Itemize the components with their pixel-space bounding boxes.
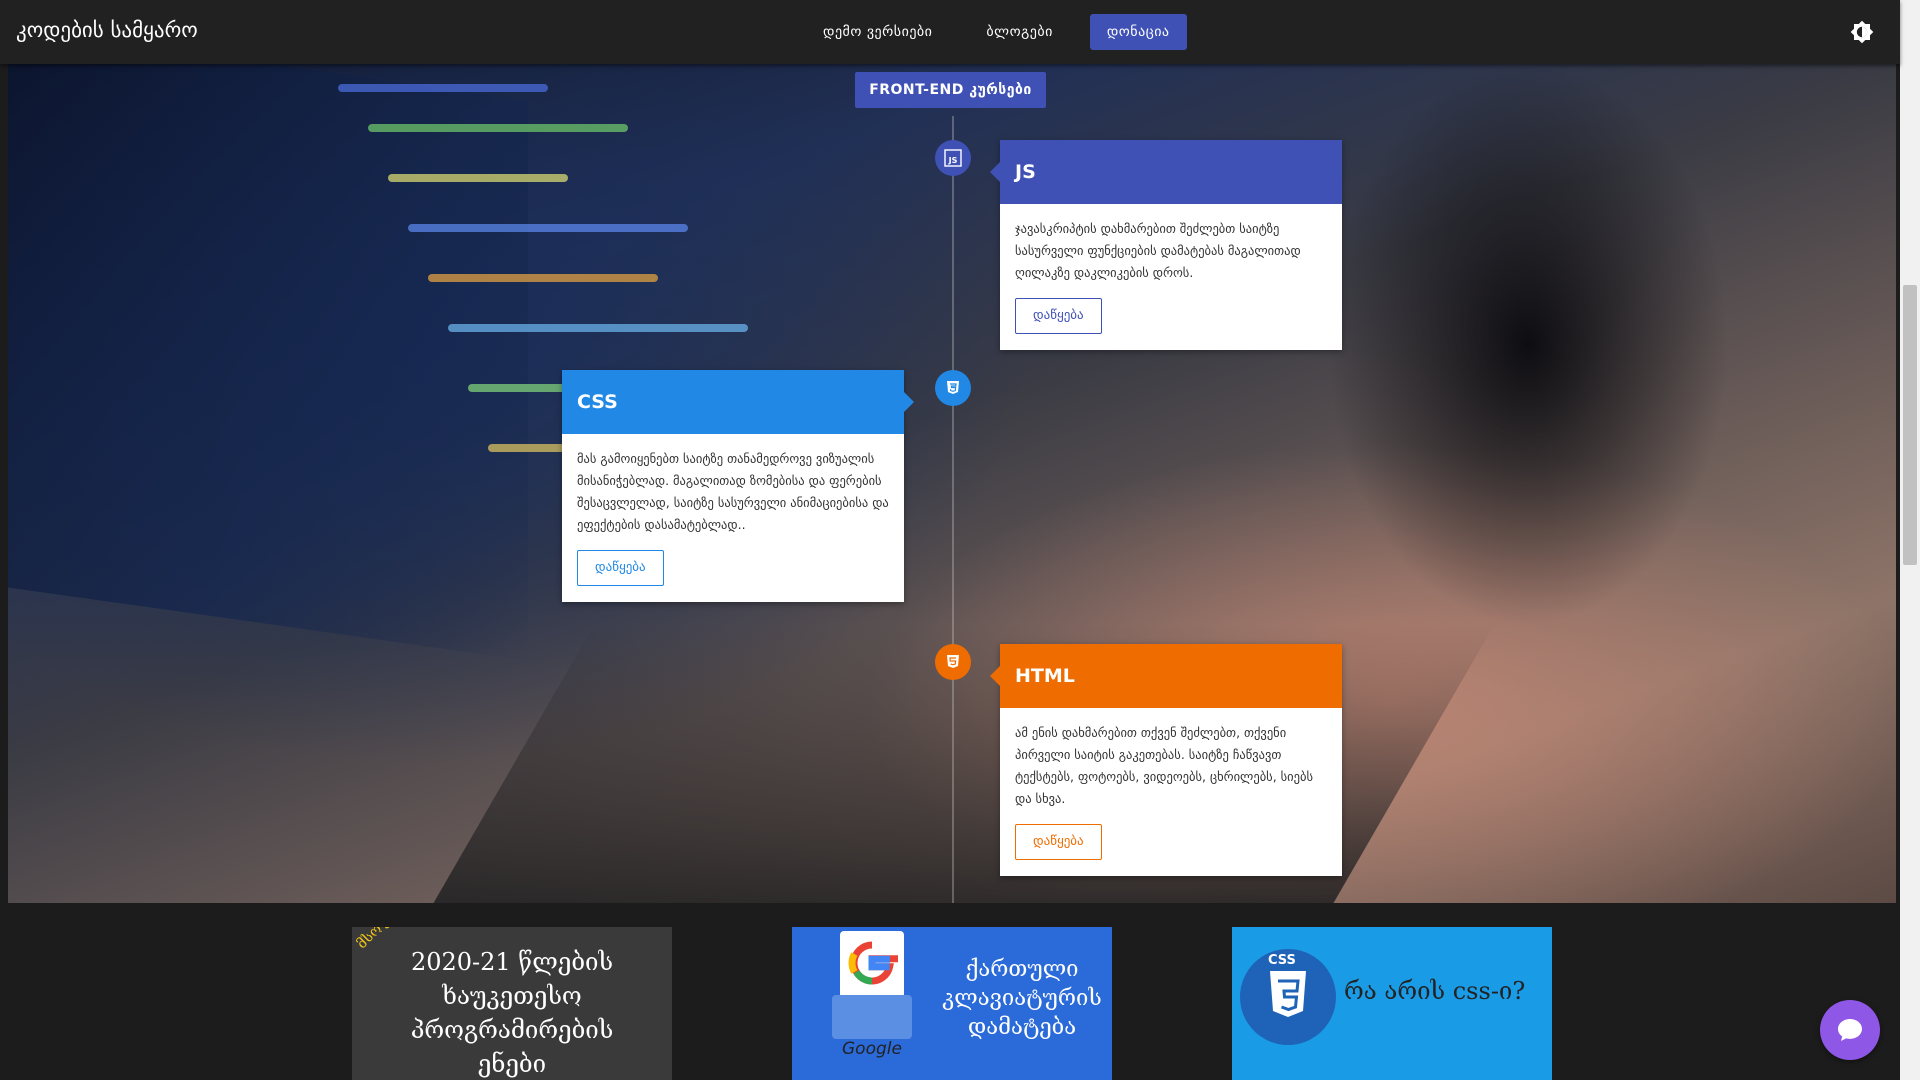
nav-demo-versions[interactable]: დემო ვერსიები (806, 14, 949, 50)
code-line (448, 324, 748, 332)
card-body: მას გამოიყენებთ საიტზე თანამედროვე ვიზუა… (562, 434, 904, 602)
main-nav: დემო ვერსიები ბლოგები დონაცია (806, 14, 1187, 50)
chat-button[interactable] (1820, 1000, 1880, 1060)
card-pointer (904, 392, 914, 412)
scrollbar-thumb[interactable] (1903, 285, 1917, 565)
svg-text:JS: JS (948, 156, 958, 165)
css-logo-text: CSS (1268, 953, 1296, 968)
course-card-css: CSS მას გამოიყენებთ საიტზე თანამედროვე ვ… (562, 370, 914, 602)
start-button[interactable]: დაწყება (577, 550, 664, 586)
blog-card-programming-languages[interactable]: მსოფლიო 2020-21 წლების ხაუკეთესო პროგრამ… (352, 927, 672, 1080)
start-button[interactable]: დაწყება (1015, 298, 1102, 334)
css3-icon (935, 370, 971, 406)
keyboard-icon (832, 995, 912, 1039)
frontend-courses-badge[interactable]: FRONT-END კურსები (855, 72, 1046, 108)
card-body: ამ ენის დახმარებით თქვენ შეძლებთ, თქვენი… (1000, 708, 1342, 876)
card-header: HTML (990, 644, 1342, 708)
start-button[interactable]: დაწყება (1015, 824, 1102, 860)
page-scrollbar[interactable] (1900, 0, 1920, 1080)
code-line (428, 274, 658, 282)
card-description: მას გამოიყენებთ საიტზე თანამედროვე ვიზუა… (577, 451, 889, 532)
card-body: ჯავასკრიპტის დახმარებით შეძლებთ საიტზე ს… (1000, 204, 1342, 350)
brightness-icon[interactable] (1850, 20, 1874, 44)
card-title: JS (1015, 161, 1036, 183)
nav-donation[interactable]: დონაცია (1089, 14, 1187, 50)
css3-logo-icon: CSS (1240, 949, 1336, 1045)
card-pointer (990, 162, 1000, 182)
chat-bubble-icon (1838, 1019, 1862, 1041)
blog-card-what-is-css[interactable]: CSS რა არის css-ი? (1232, 927, 1552, 1080)
card-header: JS (990, 140, 1342, 204)
card-header: CSS (562, 370, 914, 434)
card-description: ამ ენის დახმარებით თქვენ შეძლებთ, თქვენი… (1015, 725, 1313, 806)
code-line (388, 174, 568, 182)
course-card-js: JS ჯავასკრიპტის დახმარებით შეძლებთ საიტზ… (990, 140, 1342, 350)
js-icon: JS (935, 140, 971, 176)
code-line (368, 124, 628, 132)
blog-title: 2020-21 წლების ხაუკეთესო პროგრამირების ე… (410, 948, 614, 1078)
html5-icon (935, 644, 971, 680)
nav-blogs[interactable]: ბლოგები (969, 14, 1069, 50)
blog-title: რა არის css-ი? (1344, 977, 1526, 1005)
blog-card-georgian-keyboard[interactable]: Google ქართული კლავიატურის დამატება (792, 927, 1112, 1080)
google-label: Google (842, 1039, 902, 1059)
card-pointer (990, 666, 1000, 686)
site-brand[interactable]: კოდების სამყარო (16, 18, 198, 42)
code-line (338, 84, 548, 92)
card-title: HTML (1015, 665, 1075, 687)
card-title: CSS (577, 391, 618, 413)
google-logo-icon (840, 931, 904, 1001)
course-card-html: HTML ამ ენის დახმარებით თქვენ შეძლებთ, თ… (990, 644, 1342, 876)
card-description: ჯავასკრიპტის დახმარებით შეძლებთ საიტზე ს… (1015, 221, 1301, 280)
code-line (408, 224, 688, 232)
laptop-screen-image (8, 64, 528, 661)
top-navbar: კოდების სამყარო დემო ვერსიები ბლოგები დო… (0, 0, 1900, 64)
blog-title: ქართული კლავიატურის დამატება (942, 957, 1102, 1040)
timeline-line (952, 116, 954, 903)
